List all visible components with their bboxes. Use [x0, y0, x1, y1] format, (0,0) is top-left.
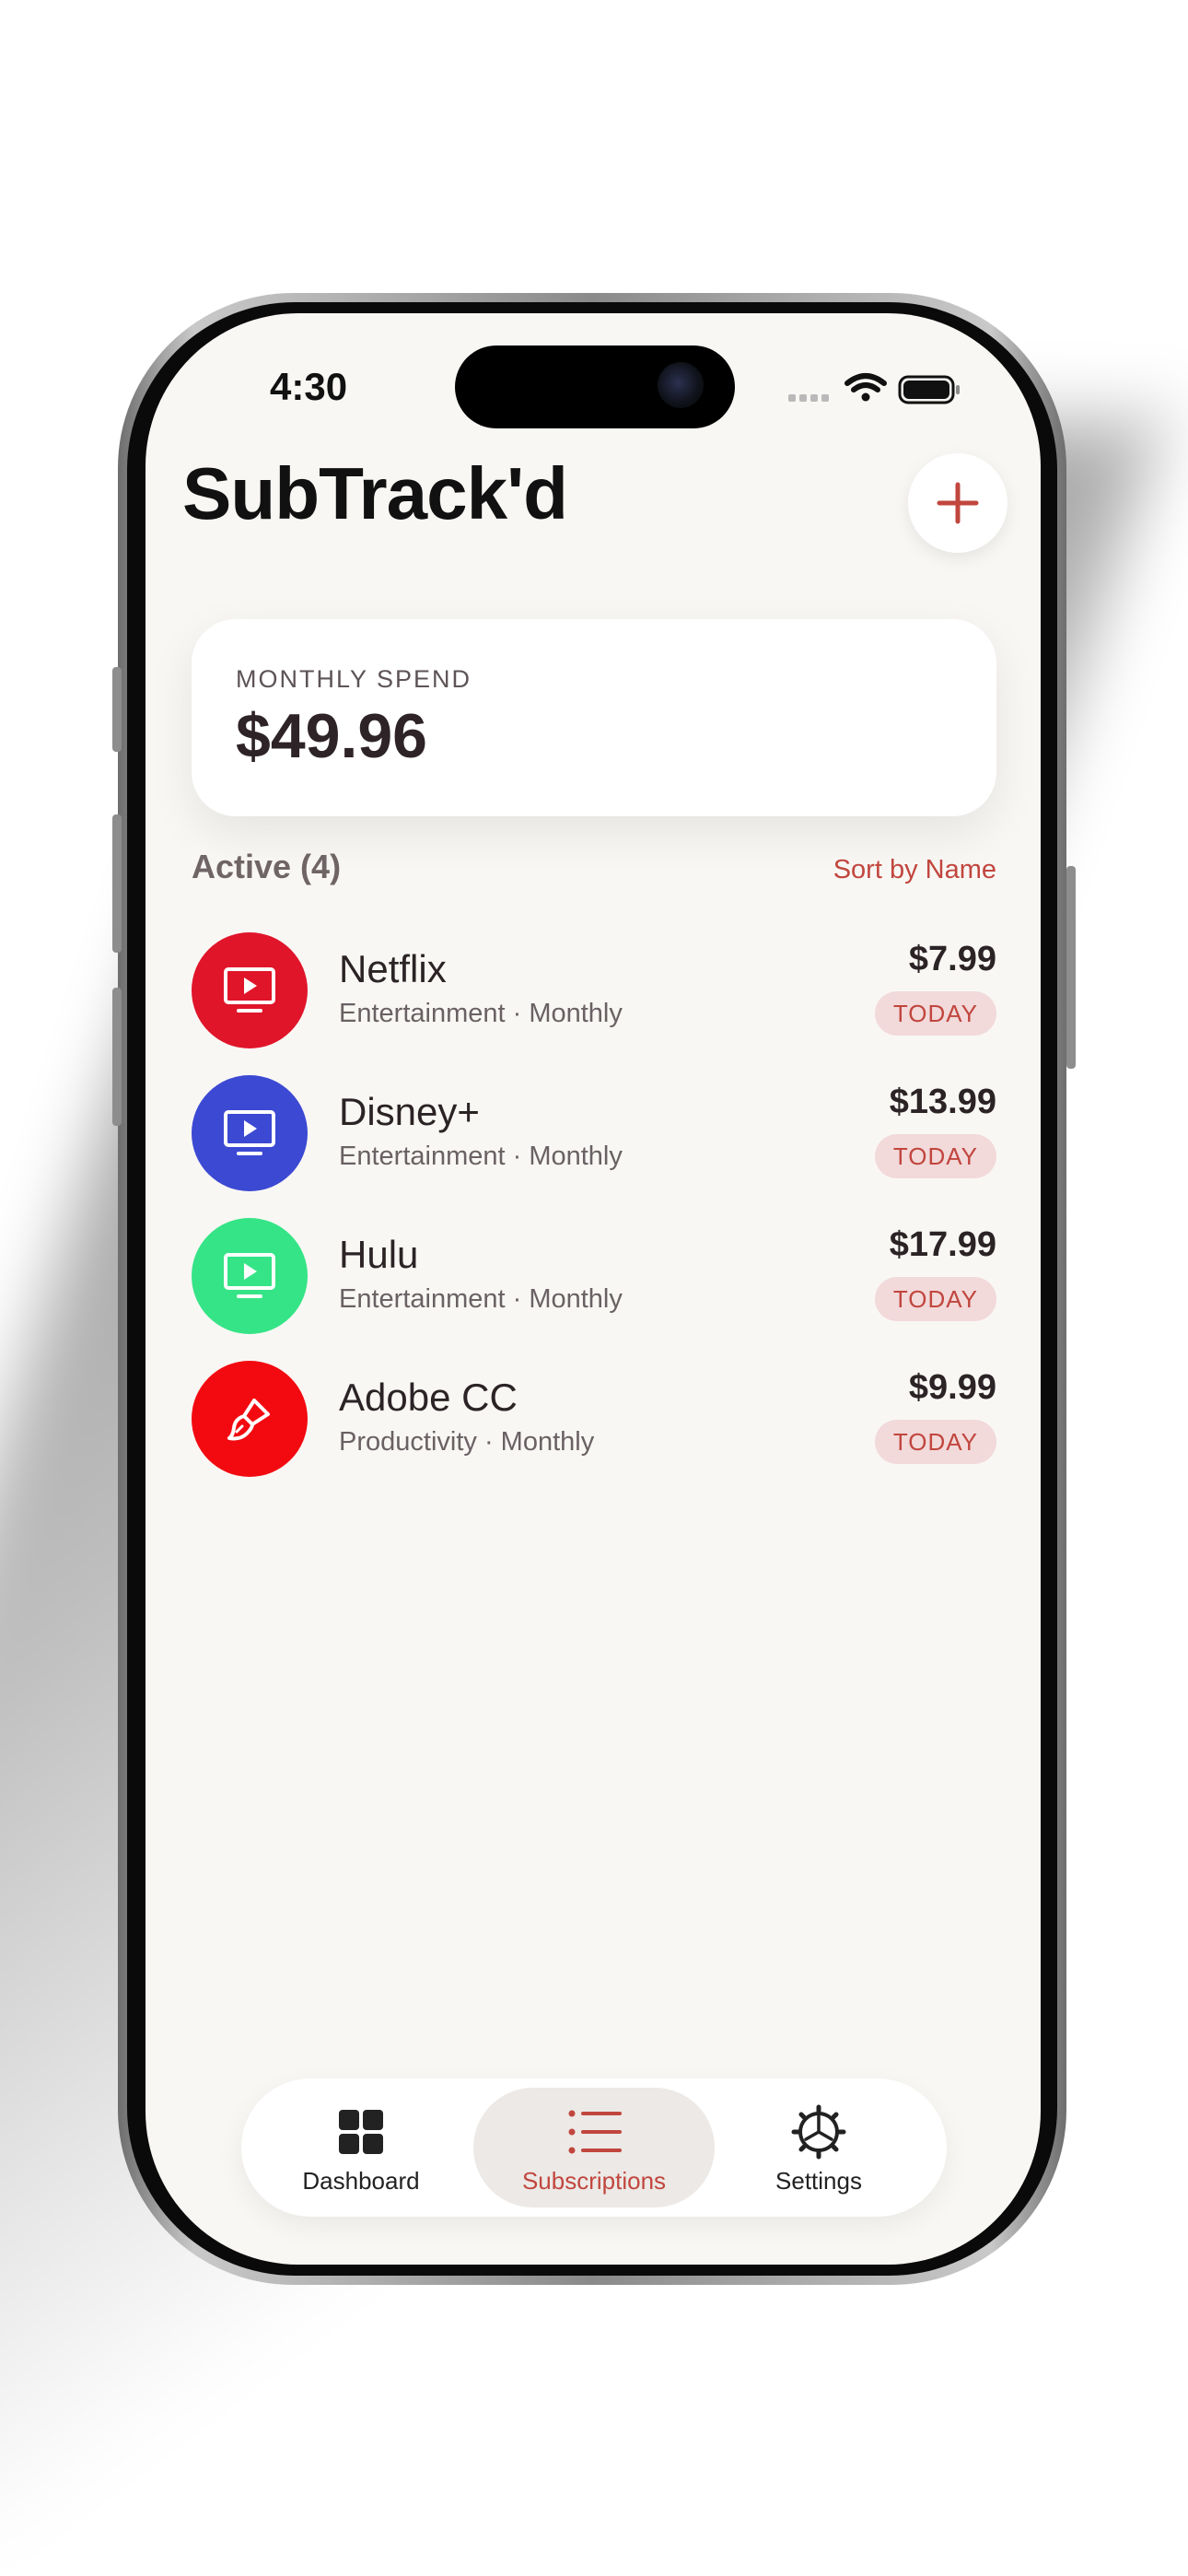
add-subscription-button[interactable]: [908, 453, 1007, 553]
subscription-row[interactable]: Hulu Entertainment · Monthly $17.99 TODA…: [192, 1218, 996, 1338]
tab-label: Subscriptions: [521, 2167, 667, 2195]
tab-bar: Dashboard Subscriptions Settings: [241, 2078, 947, 2217]
tv-play-icon: [224, 1253, 275, 1298]
action-button: [112, 667, 122, 752]
subscription-price: $7.99: [908, 940, 996, 978]
tv-play-icon: [224, 1110, 275, 1155]
plus-icon: [937, 482, 979, 524]
monthly-spend-label: MONTHLY SPEND: [236, 665, 472, 693]
front-camera: [658, 362, 704, 408]
app-screen: 4:30 SubTrack'd MONTHLY SPEND $49.96 Act…: [146, 313, 1041, 2265]
subscription-name: Netflix: [339, 947, 447, 990]
due-badge: TODAY: [874, 991, 996, 1036]
tab-subscriptions[interactable]: Subscriptions: [474, 2078, 714, 2217]
list-icon: [568, 2110, 622, 2154]
due-badge: TODAY: [874, 1420, 996, 1464]
grid-icon: [339, 2110, 383, 2154]
subscription-price: $9.99: [908, 1368, 996, 1407]
due-badge: TODAY: [874, 1277, 996, 1321]
tv-play-icon: [224, 967, 275, 1013]
paintbrush-icon: [227, 1399, 270, 1441]
monthly-spend-value: $49.96: [236, 701, 427, 771]
subscription-meta: Entertainment · Monthly: [339, 999, 623, 1028]
subscription-price: $17.99: [889, 1225, 996, 1264]
service-avatar: [192, 1075, 308, 1191]
subscription-row[interactable]: Adobe CC Productivity · Monthly $9.99 TO…: [192, 1361, 996, 1481]
subscription-row[interactable]: Disney+ Entertainment · Monthly $13.99 T…: [192, 1075, 996, 1195]
volume-up-button: [112, 814, 122, 953]
subscription-meta: Entertainment · Monthly: [339, 1284, 623, 1314]
subscription-name: Adobe CC: [339, 1376, 518, 1419]
sort-button[interactable]: Sort by Name: [833, 855, 996, 885]
battery-icon: [898, 375, 960, 404]
service-avatar: [192, 1361, 308, 1477]
subscription-row[interactable]: Netflix Entertainment · Monthly $7.99 TO…: [192, 932, 996, 1052]
volume-down-button: [112, 988, 122, 1126]
subscription-price: $13.99: [889, 1083, 996, 1121]
subscription-meta: Entertainment · Monthly: [339, 1142, 623, 1171]
monthly-spend-card: MONTHLY SPEND $49.96: [192, 619, 996, 816]
status-time: 4:30: [270, 365, 348, 408]
subscription-name: Disney+: [339, 1090, 480, 1133]
subscription-name: Hulu: [339, 1233, 419, 1276]
status-icons: [788, 373, 960, 404]
tab-settings[interactable]: Settings: [699, 2078, 938, 2217]
gear-icon: [791, 2104, 846, 2160]
power-button: [1066, 866, 1076, 1069]
tab-dashboard[interactable]: Dashboard: [241, 2078, 481, 2217]
tab-label: Settings: [775, 2167, 862, 2195]
service-avatar: [192, 1218, 308, 1334]
wifi-icon: [844, 373, 887, 392]
service-avatar: [192, 932, 308, 1048]
page-title: SubTrack'd: [182, 452, 568, 534]
tab-label: Dashboard: [302, 2167, 420, 2195]
due-badge: TODAY: [874, 1134, 996, 1178]
cellular-signal-icon: [788, 394, 829, 402]
active-count-label: Active (4): [192, 848, 342, 885]
subscription-meta: Productivity · Monthly: [339, 1427, 595, 1457]
